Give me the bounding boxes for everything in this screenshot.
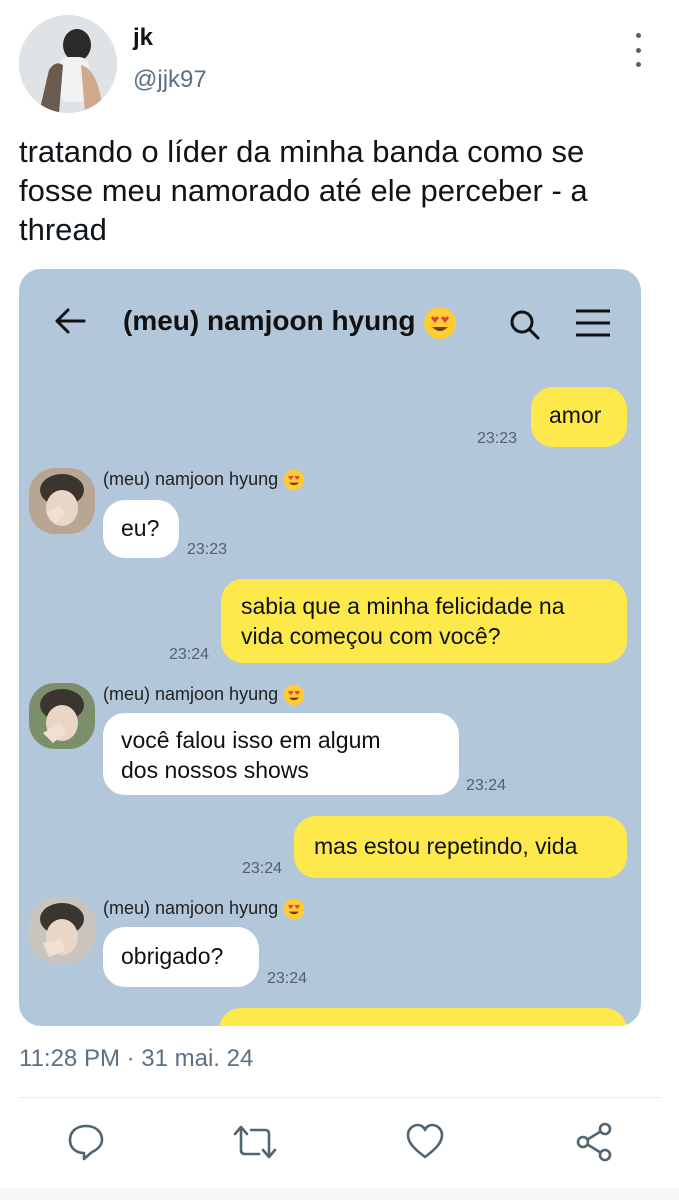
tweet-text: tratando o líder da minha banda como se … [19, 134, 588, 247]
message-text-line: você falou isso em algum [121, 727, 381, 753]
sender-name: (meu) namjoon hyung [103, 684, 305, 706]
my-message-bubble: amor [531, 387, 627, 447]
message-time: 23:24 [242, 860, 283, 877]
back-icon[interactable] [54, 307, 86, 335]
reply-icon[interactable] [66, 1122, 106, 1162]
their-message-bubble: obrigado? [103, 927, 259, 987]
my-message-bubble: mas estou repetindo, vida [294, 816, 627, 878]
author-handle[interactable]: @jjk97 [133, 66, 207, 94]
chat-header: (meu) namjoon hyung [19, 269, 641, 369]
profile-avatar[interactable] [19, 15, 117, 113]
message-text: eu? [121, 515, 160, 541]
my-message-bubble: sabia que a minha felicidade na vida com… [221, 579, 627, 663]
chat-title: (meu) namjoon hyung [123, 305, 457, 340]
tweet-timestamp[interactable]: 11:28 PM · 31 mai. 24 [19, 1045, 253, 1073]
message-time: 23:24 [466, 777, 507, 794]
bottom-bar [0, 1188, 679, 1200]
heart-eyes-emoji [283, 469, 305, 491]
author-name[interactable]: jk [133, 24, 153, 52]
message-text: obrigado? [121, 943, 224, 969]
sender-name: (meu) namjoon hyung [103, 898, 305, 920]
heart-eyes-emoji [424, 306, 457, 339]
like-icon[interactable] [405, 1122, 445, 1162]
message-time: 23:23 [187, 541, 228, 558]
search-icon[interactable] [509, 309, 541, 341]
tweet-media-chat[interactable]: (meu) namjoon hyung 23:23 amor (meu) nam… [19, 269, 641, 1026]
contact-avatar[interactable] [29, 468, 95, 534]
message-text: amor [549, 402, 602, 428]
share-icon[interactable] [574, 1122, 614, 1162]
menu-icon[interactable] [575, 309, 611, 337]
contact-avatar[interactable] [29, 683, 95, 749]
message-time: 23:24 [169, 646, 210, 663]
message-text-line: sabia que a minha felicidade na [241, 593, 565, 619]
retweet-icon[interactable] [233, 1122, 277, 1162]
message-time: 23:24 [267, 970, 308, 987]
message-time: 23:23 [477, 430, 518, 447]
message-text: mas estou repetindo, vida [314, 833, 578, 859]
message-text-line: dos nossos shows [121, 757, 309, 783]
my-message-bubble-partial [219, 1008, 627, 1026]
contact-avatar[interactable] [29, 897, 95, 963]
message-text-line: vida começou com você? [241, 623, 501, 649]
sender-name: (meu) namjoon hyung [103, 469, 305, 491]
more-icon[interactable] [628, 33, 648, 67]
their-message-bubble: eu? [103, 500, 179, 558]
their-message-bubble: você falou isso em algum dos nossos show… [103, 713, 459, 795]
heart-eyes-emoji [283, 684, 305, 706]
divider [19, 1097, 661, 1098]
heart-eyes-emoji [283, 898, 305, 920]
